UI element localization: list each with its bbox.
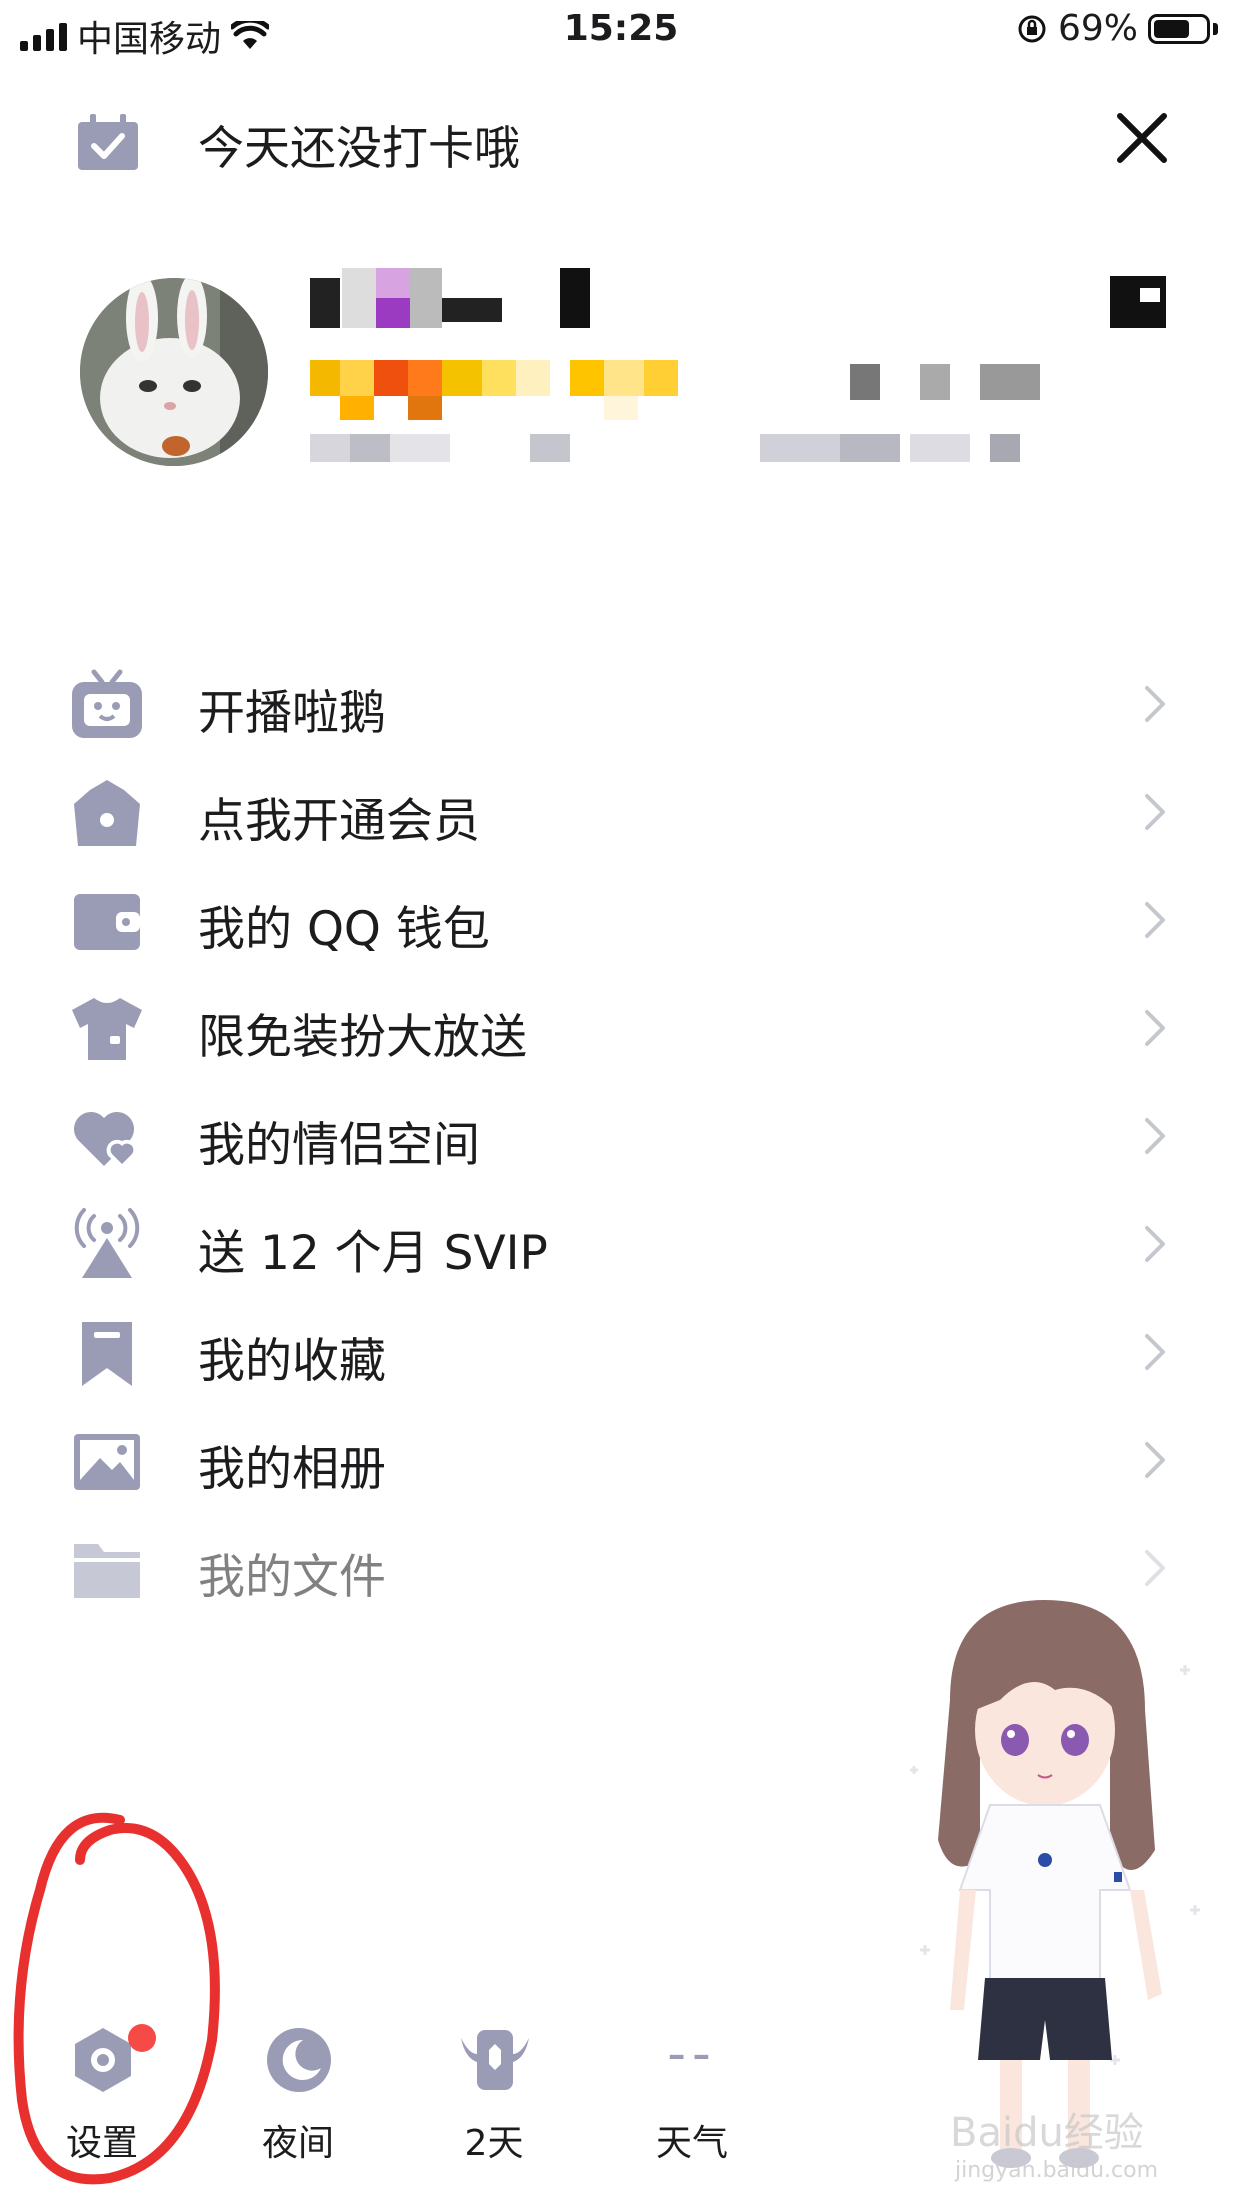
chevron-right-icon — [1145, 686, 1165, 722]
checkin-row[interactable]: 今天还没打卡哦 — [0, 100, 1242, 184]
shirt-icon — [72, 998, 142, 1060]
menu-label-album: 我的相册 — [198, 1442, 386, 1497]
calendar-check-icon — [78, 114, 138, 170]
avatar-image — [80, 278, 268, 466]
menu-item-wallet[interactable]: 我的 QQ 钱包 — [0, 866, 1242, 976]
battery-tip — [1213, 22, 1218, 35]
battery-level — [1154, 19, 1189, 38]
close-icon[interactable] — [1112, 108, 1172, 168]
checkin-label: 今天还没打卡哦 — [198, 121, 520, 175]
menu-item-live[interactable]: 开播啦鹅 — [0, 650, 1242, 760]
battery-percent: 69% — [1057, 8, 1138, 49]
watermark: Baidu经验 — [950, 2110, 1144, 2156]
menu-item-vip[interactable]: 点我开通会员 — [0, 758, 1242, 868]
profile-card[interactable] — [0, 260, 1242, 480]
rotation-lock-icon — [1018, 15, 1046, 42]
settings-button[interactable]: 设置 — [32, 2010, 172, 2170]
redacted-level-badges — [310, 360, 1050, 420]
status-bar: 中国移动 15:25 69% — [0, 0, 1242, 64]
checkin-days-label: 2天 — [464, 2123, 524, 2164]
settings-label: 设置 — [65, 2123, 138, 2164]
menu-label-files: 我的文件 — [198, 1550, 386, 1605]
menu-item-dressup[interactable]: 限免装扮大放送 — [0, 974, 1242, 1084]
night-mode-label: 夜间 — [261, 2123, 334, 2164]
menu-label-svip: 送 12 个月 SVIP — [198, 1226, 548, 1281]
status-right: 69% — [1016, 8, 1218, 49]
weather-button[interactable]: -- 天气 — [622, 2010, 762, 2170]
weather-label: 天气 — [655, 2123, 728, 2164]
chevron-right-icon — [1145, 1334, 1165, 1370]
weather-value: -- — [667, 2024, 717, 2084]
chevron-right-icon — [1145, 794, 1165, 830]
menu-label-couple: 我的情侣空间 — [198, 1118, 480, 1173]
photo-icon — [74, 1434, 140, 1490]
redacted-status — [1100, 268, 1170, 332]
heart-icon — [73, 1111, 138, 1170]
chevron-right-icon — [1145, 902, 1165, 938]
chevron-right-icon — [1145, 1226, 1165, 1262]
watermark-url: jingyan.baidu.com — [955, 2158, 1159, 2183]
crown-icon — [74, 780, 140, 846]
moon-icon — [267, 2028, 331, 2092]
menu-label-vip: 点我开通会员 — [198, 794, 480, 849]
menu-label-favorites: 我的收藏 — [198, 1334, 386, 1389]
menu-label-live: 开播啦鹅 — [198, 686, 386, 741]
checkin-days-button[interactable]: 2天 — [424, 2010, 564, 2170]
menu-item-couple[interactable]: 我的情侣空间 — [0, 1082, 1242, 1192]
chevron-right-icon — [1145, 1118, 1165, 1154]
menu-label-wallet: 我的 QQ 钱包 — [198, 902, 490, 957]
broadcast-icon — [74, 1208, 140, 1278]
menu-item-album[interactable]: 我的相册 — [0, 1406, 1242, 1516]
bookmark-icon — [82, 1322, 132, 1386]
redacted-nickname — [310, 268, 600, 332]
menu-label-dressup: 限免装扮大放送 — [198, 1010, 527, 1065]
chevron-right-icon — [1145, 1442, 1165, 1478]
redacted-signature — [310, 430, 1050, 466]
menu-item-favorites[interactable]: 我的收藏 — [0, 1298, 1242, 1408]
wallet-icon — [74, 894, 140, 950]
chevron-right-icon — [1145, 1550, 1165, 1586]
avatar[interactable] — [80, 278, 268, 466]
battery-icon — [1148, 13, 1210, 44]
menu-item-svip[interactable]: 送 12 个月 SVIP — [0, 1190, 1242, 1300]
winged-badge-icon — [461, 2030, 529, 2090]
folder-icon — [74, 1544, 140, 1598]
notification-dot — [128, 2024, 156, 2052]
tv-icon — [72, 669, 142, 738]
night-mode-button[interactable]: 夜间 — [228, 2010, 368, 2170]
chevron-right-icon — [1145, 1010, 1165, 1046]
